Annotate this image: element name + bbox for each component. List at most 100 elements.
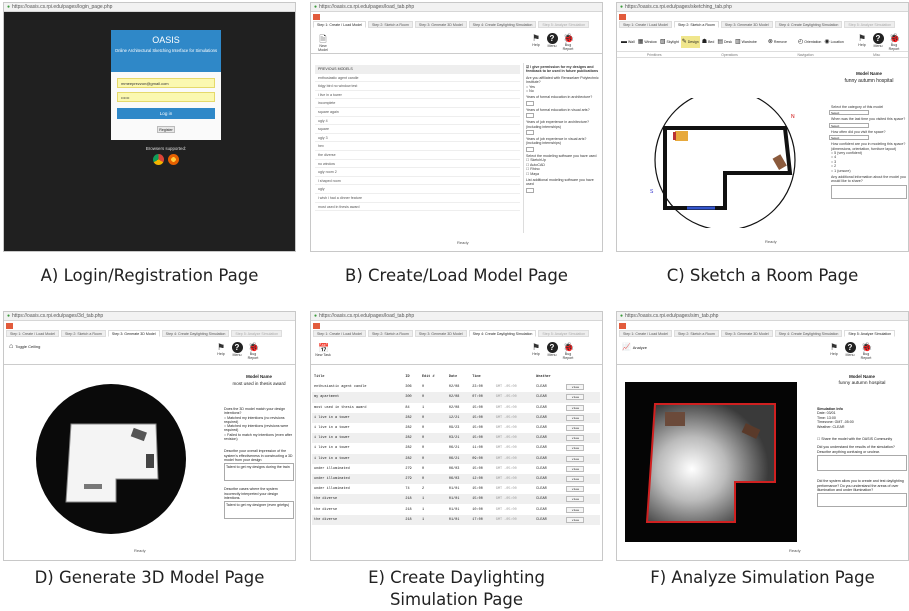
q1-opt2[interactable]: ○ Matched my intentions (revisions were … <box>224 424 294 433</box>
table-row[interactable]: under illuminated 279 0 06/03 15:00 GMT -05:0… <box>312 464 600 474</box>
view-button[interactable]: view <box>566 404 585 411</box>
sketch-select[interactable]: Select <box>829 110 869 116</box>
tab-step-2[interactable]: Step 2: Sketch a Room <box>367 21 413 28</box>
table-row[interactable]: under illuminated 279 0 06/03 12:00 GMT -05:0… <box>312 473 600 485</box>
view-button[interactable]: view <box>566 506 585 513</box>
toggle-ceiling-button[interactable]: ⌂ Toggle Ceiling <box>9 343 40 350</box>
list-item[interactable]: ugly 4 <box>315 117 520 126</box>
list-item[interactable]: ugly 3 <box>315 134 520 143</box>
table-row[interactable]: most used in thesis award 84 1 02/08 15:00 GM… <box>312 403 600 413</box>
tab-step-5[interactable]: Step 5: Analyze Simulation <box>844 330 896 337</box>
tab-step-1[interactable]: Step 1: Create / Load Model <box>619 330 672 337</box>
tab-step-3[interactable]: Step 3: Generate 3D Model <box>414 330 467 337</box>
sketch-select[interactable]: Select <box>829 135 869 141</box>
register-button[interactable]: Register <box>157 126 175 133</box>
tag-button[interactable]: ⚑ Help <box>855 33 869 47</box>
tab-step-2[interactable]: Step 2: Sketch a Room <box>673 21 719 28</box>
tab-step-2[interactable]: Step 2: Sketch a Room <box>673 330 719 337</box>
tool-wall[interactable]: ▬ Wall <box>620 36 636 48</box>
bug-button[interactable]: 🐞 Bug Report <box>887 33 901 51</box>
tab-step-3[interactable]: Step 3: Generate 3D Model <box>720 330 773 337</box>
table-row[interactable]: i live in a tower 282 0 06/21 09:00 GMT -05:0… <box>312 453 600 464</box>
view-button[interactable]: view <box>566 486 585 493</box>
tab-step-1[interactable]: Step 1: Create / Load Model <box>313 21 366 28</box>
tab-step-4[interactable]: Step 4: Create Daylighting Simulation <box>468 330 537 337</box>
list-item[interactable]: ugly room 2 <box>315 168 520 177</box>
analyze-button[interactable]: 📈 Analyze <box>622 343 647 351</box>
list-item[interactable]: i wish i had a dinner feature <box>315 194 520 203</box>
survey-answer-box[interactable] <box>526 130 534 136</box>
table-row[interactable]: under illuminated 74 2 01/01 15:00 GMT -05:00… <box>312 484 600 494</box>
address-bar[interactable]: ● https://oasis.cs.rpi.edu/pages/sim_tab.… <box>617 312 908 321</box>
tool-skylight[interactable]: ▧ Skylight <box>659 36 680 48</box>
email-field[interactable]: mmeeprezzon@gmail.com <box>117 78 215 88</box>
list-item[interactable]: square again <box>315 108 520 117</box>
extra-info-field[interactable] <box>831 184 907 199</box>
q1-answer-field[interactable] <box>817 455 907 472</box>
new-task-button[interactable]: 📅 New Task <box>315 343 331 357</box>
tab-step-5[interactable]: Step 5: Analyze Simulation <box>538 21 590 28</box>
sketch-canvas[interactable]: N S <box>645 98 800 228</box>
view-button[interactable]: view <box>566 425 585 432</box>
q3-answer-field[interactable]: Talent to get my designer (even griefgs) <box>224 501 294 520</box>
tab-step-1[interactable]: Step 1: Create / Load Model <box>619 21 672 28</box>
tool-remove[interactable]: ⊗ Remove <box>767 36 788 48</box>
table-row[interactable]: my apartment 300 0 02/08 07:00 GMT -05:00 CLEA… <box>312 392 600 403</box>
list-item[interactable]: incomplete <box>315 99 520 108</box>
bug-button[interactable]: 🐞 Bug Report <box>859 342 873 360</box>
q2-answer-field[interactable]: Talent to get my designs during the trai… <box>224 463 294 482</box>
tab-step-5[interactable]: Step 5: Analyze Simulation <box>844 21 896 28</box>
address-bar[interactable]: ● https://oasis.cs.rpi.edu/pages/load_tab… <box>311 312 602 321</box>
tab-step-5[interactable]: Step 5: Analyze Simulation <box>538 330 590 337</box>
bug-report-button[interactable]: ⚑ Help <box>827 342 841 356</box>
table-row[interactable]: the diverse 218 1 01/01 10:00 GMT -05:00 CLEAR… <box>312 504 600 514</box>
tool-desk[interactable]: ▤ Desk <box>716 36 733 48</box>
table-row[interactable]: enthusiastic agent candle 306 0 02/08 23:00 G… <box>312 382 600 392</box>
table-row[interactable]: i live in a tower 282 0 12/21 15:00 GMT -05:0… <box>312 412 600 423</box>
view-button[interactable]: view <box>566 435 585 442</box>
list-item[interactable]: l shaped room <box>315 177 520 186</box>
survey-answer-box[interactable] <box>526 187 534 193</box>
tab-step-1[interactable]: Step 1: Create / Load Model <box>313 330 366 337</box>
login-button[interactable]: Log in <box>117 108 215 119</box>
view-button[interactable]: view <box>566 516 585 523</box>
q1-opt3[interactable]: ○ Failed to match my intentions (even af… <box>224 433 294 442</box>
q1-opt1[interactable]: ○ Matched my intentions (no revisions re… <box>224 416 294 425</box>
table-row[interactable]: i live in a tower 282 0 09/23 15:00 GMT -05:0… <box>312 423 600 433</box>
tab-step-2[interactable]: Step 2: Sketch a Room <box>60 330 106 337</box>
tool-window[interactable]: ▦ Window <box>637 36 658 48</box>
sketch-select[interactable]: Select <box>829 122 869 128</box>
view-button[interactable]: view <box>566 445 585 452</box>
help-button[interactable]: ? Menu <box>843 342 857 357</box>
survey-answer-box[interactable] <box>526 100 534 106</box>
view-button[interactable]: view <box>566 384 585 391</box>
tool-location[interactable]: ◉ Location <box>823 36 844 48</box>
address-bar[interactable]: ● https://oasis.cs.rpi.edu/pages/load_tab… <box>311 3 602 12</box>
table-row[interactable]: the diverse 218 1 01/01 15:00 GMT -05:00 CLEAR… <box>312 494 600 505</box>
consent-checkbox[interactable]: ☑ I give permission for my designs and f… <box>526 65 601 74</box>
table-row[interactable]: i live in a tower 282 0 03/21 15:00 GMT -05:0… <box>312 433 600 444</box>
list-item[interactable]: no window <box>315 160 520 169</box>
tool-design[interactable]: ✎ Design <box>680 36 700 48</box>
bug-button[interactable]: 🐞 Bug Report <box>246 342 260 360</box>
list-item[interactable]: hex <box>315 142 520 151</box>
tab-step-4[interactable]: Step 4: Create Daylighting Simulation <box>468 21 537 28</box>
help-button[interactable]: ? Menu <box>545 33 559 48</box>
tab-step-4[interactable]: Step 4: Create Daylighting Simulation <box>774 330 843 337</box>
survey-answer-box[interactable] <box>526 146 534 152</box>
table-row[interactable]: the diverse 218 1 01/01 17:00 GMT -05:00 CLEAR… <box>312 514 600 525</box>
help-button[interactable]: ? Menu <box>871 33 885 48</box>
tool-wardrobe[interactable]: ▥ Wardrobe <box>734 36 758 48</box>
list-item[interactable]: square <box>315 125 520 134</box>
view-button[interactable]: view <box>566 475 585 482</box>
help-button[interactable]: ? Menu <box>230 342 244 357</box>
tab-step-4[interactable]: Step 4: Create Daylighting Simulation <box>774 21 843 28</box>
simulation-render[interactable] <box>625 382 797 542</box>
tab-step-3[interactable]: Step 3: Generate 3D Model <box>720 21 773 28</box>
list-item[interactable]: most used in thesis award <box>315 203 520 212</box>
address-bar[interactable]: ● https://oasis.cs.rpi.edu/pages/login_pa… <box>4 3 295 12</box>
bug-report-button[interactable]: ⚑ Help <box>529 33 543 47</box>
bug-report-button[interactable]: ⚑ Help <box>214 342 228 356</box>
list-item[interactable]: tidgy bird no window test <box>315 82 520 91</box>
survey-option[interactable]: ○ No <box>526 89 601 93</box>
